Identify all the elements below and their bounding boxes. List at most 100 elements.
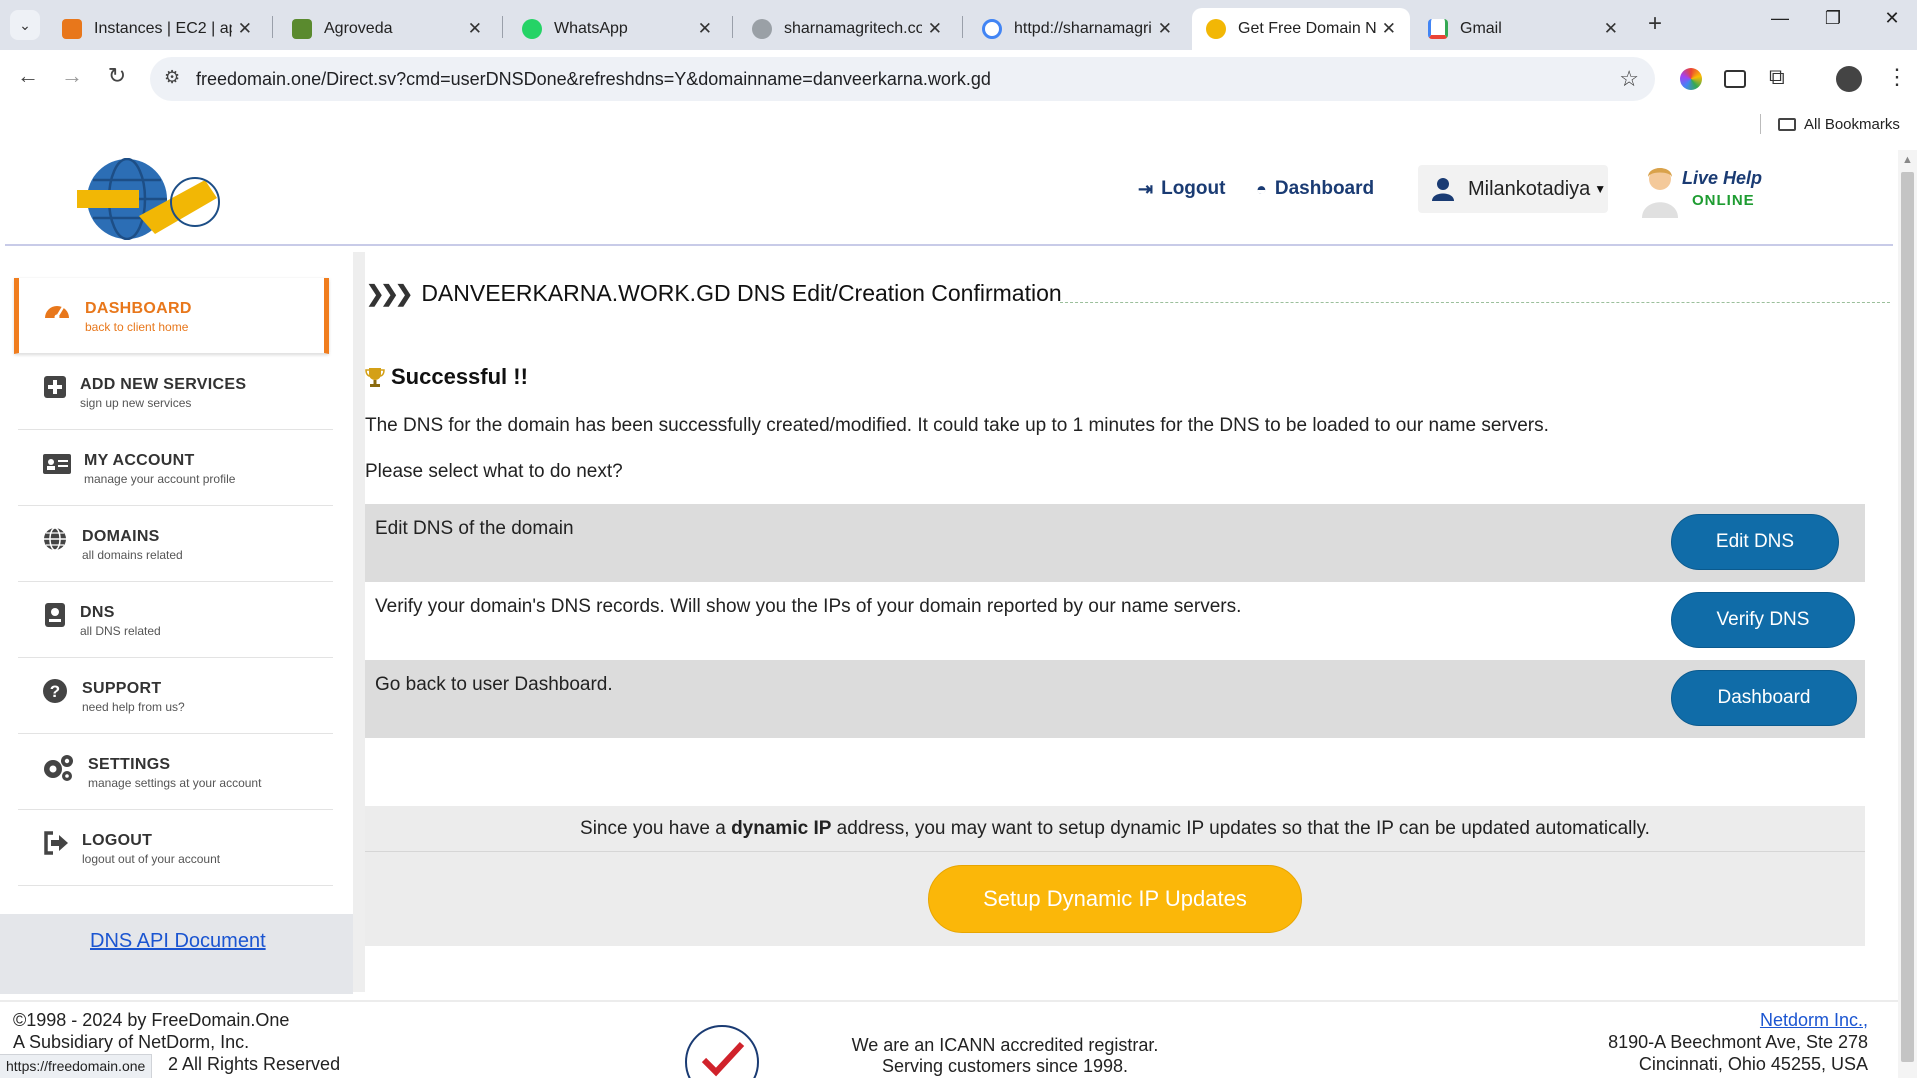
sidebar-item-support[interactable]: ? SUPPORT need help from us? xyxy=(18,658,333,734)
browser-tab-google[interactable]: httpd://sharnamagrit ✕ xyxy=(968,8,1186,50)
freedomain-logo[interactable] xyxy=(75,157,225,241)
sidebar-item-dns[interactable]: DNS all DNS related xyxy=(18,582,333,658)
sidebar-item-my-account[interactable]: MY ACCOUNT manage your account profile xyxy=(18,430,333,506)
sidebar-item-sublabel: need help from us? xyxy=(82,700,185,714)
scrollbar-thumb[interactable] xyxy=(1901,172,1914,1062)
close-tab-icon[interactable]: ✕ xyxy=(698,19,712,39)
setup-dynamic-ip-button[interactable]: Setup Dynamic IP Updates xyxy=(928,865,1302,933)
close-tab-icon[interactable]: ✕ xyxy=(238,19,252,39)
extensions-puzzle-icon[interactable]: ⧉ xyxy=(1769,64,1785,90)
option-description: Go back to user Dashboard. xyxy=(375,674,613,695)
address-line1: 8190-A Beechmont Ave, Ste 278 xyxy=(1608,1032,1868,1052)
edit-dns-button[interactable]: Edit DNS xyxy=(1671,514,1839,570)
bookmark-star-icon[interactable]: ☆ xyxy=(1619,66,1639,92)
sidebar-item-label: SETTINGS xyxy=(88,756,171,773)
site-info-icon[interactable]: ⚙ xyxy=(164,67,180,88)
double-chevron-icon: ❯❯❯ xyxy=(366,280,413,306)
sidebar-item-logout[interactable]: LOGOUT logout out of your account xyxy=(18,810,333,886)
option-row-edit-dns: Edit DNS of the domain Edit DNS xyxy=(365,504,1865,582)
id-card-icon xyxy=(43,454,71,474)
sidebar-item-label: ADD NEW SERVICES xyxy=(80,376,247,393)
status-bar-url: https://freedomain.one xyxy=(0,1054,153,1078)
minimize-icon[interactable]: — xyxy=(1760,8,1800,29)
restore-icon[interactable]: ❐ xyxy=(1813,8,1853,29)
address-bar[interactable]: ⚙ freedomain.one/Direct.sv?cmd=userDNSDo… xyxy=(150,57,1655,101)
dashboard-button[interactable]: Dashboard xyxy=(1671,670,1857,726)
header-logout-link[interactable]: ⇥ Logout xyxy=(1138,178,1225,200)
color-extension-icon[interactable] xyxy=(1680,68,1702,90)
close-tab-icon[interactable]: ✕ xyxy=(468,19,482,39)
globe-favicon-icon xyxy=(752,19,772,39)
sidebar-item-dashboard[interactable]: DASHBOARD back to client home xyxy=(14,278,329,354)
url-text[interactable]: freedomain.one/Direct.sv?cmd=userDNSDone… xyxy=(196,69,991,90)
browser-tab-sharnamagritech[interactable]: sharnamagritech.con ✕ xyxy=(738,8,956,50)
reload-icon[interactable]: ↻ xyxy=(101,63,133,89)
close-tab-icon[interactable]: ✕ xyxy=(1604,19,1618,39)
sidebar-item-label: DNS xyxy=(80,604,115,621)
tab-title: WhatsApp xyxy=(554,20,628,37)
browser-tabstrip: ⌄ Instances | EC2 | ap-s ✕ Agroveda ✕ Wh… xyxy=(0,0,1917,50)
tab-title: sharnamagritech.con xyxy=(784,20,922,37)
sidebar-item-sublabel: logout out of your account xyxy=(82,852,221,866)
live-help-button[interactable]: Live Help ONLINE xyxy=(1640,163,1775,218)
dynamic-ip-message: Since you have a dynamic IP address, you… xyxy=(365,818,1865,840)
close-tab-icon[interactable]: ✕ xyxy=(1382,19,1396,39)
icann-statement: We are an ICANN accredited registrar. Se… xyxy=(780,1035,1230,1077)
window-close-icon[interactable]: ✕ xyxy=(1872,8,1912,29)
sidebar-item-sublabel: back to client home xyxy=(85,320,189,334)
user-menu-dropdown[interactable]: Milankotadiya ▼ xyxy=(1418,165,1608,213)
browser-tab-agroveda[interactable]: Agroveda ✕ xyxy=(278,8,496,50)
live-help-title: Live Help xyxy=(1682,168,1763,188)
browser-tab-gmail[interactable]: Gmail ✕ xyxy=(1414,8,1632,50)
scroll-up-icon[interactable]: ▲ xyxy=(1902,154,1913,166)
all-bookmarks-button[interactable]: All Bookmarks xyxy=(1778,116,1900,133)
whatsapp-favicon-icon xyxy=(522,19,542,39)
sidebar-item-settings[interactable]: SETTINGS manage settings at your account xyxy=(18,734,333,810)
picture-in-picture-icon[interactable] xyxy=(1724,70,1746,88)
question-circle-icon: ? xyxy=(43,679,67,703)
forward-arrow-icon[interactable]: → xyxy=(56,63,88,89)
browser-tab-freedomain[interactable]: Get Free Domain Na ✕ xyxy=(1192,8,1410,50)
browser-tab-whatsapp[interactable]: WhatsApp ✕ xyxy=(508,8,726,50)
tab-title: Instances | EC2 | ap-s xyxy=(94,20,232,37)
verify-dns-button[interactable]: Verify DNS xyxy=(1671,592,1855,648)
page-title-text: DANVEERKARNA.WORK.GD DNS Edit/Creation C… xyxy=(421,280,1062,306)
dashboard-label: Dashboard xyxy=(1274,178,1375,199)
sidebar-item-add-new-services[interactable]: ADD NEW SERVICES sign up new services xyxy=(18,354,333,430)
success-text: Successful !! xyxy=(391,364,528,389)
close-tab-icon[interactable]: ✕ xyxy=(1158,19,1172,39)
sidebar-item-label: DASHBOARD xyxy=(85,300,192,317)
tab-title: Get Free Domain Na xyxy=(1238,20,1376,37)
sidebar-item-sublabel: manage settings at your account xyxy=(88,776,262,790)
sign-out-icon: ⇥ xyxy=(1138,178,1154,199)
aws-favicon-icon xyxy=(62,19,82,39)
sidebar-item-sublabel: sign up new services xyxy=(80,396,192,410)
profile-avatar-icon[interactable] xyxy=(1836,66,1862,92)
trophy-icon xyxy=(365,368,385,387)
sidebar-item-label: SUPPORT xyxy=(82,680,162,697)
folder-icon xyxy=(1778,118,1796,131)
sidebar-item-sublabel: manage your account profile xyxy=(84,472,236,486)
plus-square-icon xyxy=(44,376,66,398)
sidebar-item-domains[interactable]: DOMAINS all domains related xyxy=(18,506,333,582)
tab-title: Gmail xyxy=(1460,20,1502,37)
page-scrollbar[interactable]: ▲ xyxy=(1898,150,1917,1078)
sidebar-item-sublabel: all DNS related xyxy=(80,624,161,638)
logout-label: Logout xyxy=(1161,178,1226,199)
browser-tab-ec2[interactable]: Instances | EC2 | ap-s ✕ xyxy=(48,8,266,50)
live-help-status: ONLINE xyxy=(1692,192,1755,209)
success-heading: Successful !! xyxy=(365,364,528,390)
next-step-prompt: Please select what to do next? xyxy=(365,461,623,482)
new-tab-plus-icon[interactable]: + xyxy=(1648,10,1662,38)
close-tab-icon[interactable]: ✕ xyxy=(928,19,942,39)
tab-search-chevron-icon[interactable]: ⌄ xyxy=(10,10,40,40)
dns-api-document-link[interactable]: DNS API Document xyxy=(90,930,266,953)
back-arrow-icon[interactable]: ← xyxy=(12,63,44,89)
sign-out-icon xyxy=(44,831,68,855)
header-dashboard-link[interactable]: ◓ Dashboard xyxy=(1256,178,1374,200)
sidebar-item-sublabel: all domains related xyxy=(82,548,183,562)
copyright-text: ©1998 - 2024 by FreeDomain.One xyxy=(13,1010,290,1030)
globe-icon xyxy=(44,527,66,551)
browser-menu-icon[interactable]: ⋮ xyxy=(1886,64,1908,90)
netdorm-link[interactable]: Netdorm Inc., xyxy=(1760,1010,1868,1030)
